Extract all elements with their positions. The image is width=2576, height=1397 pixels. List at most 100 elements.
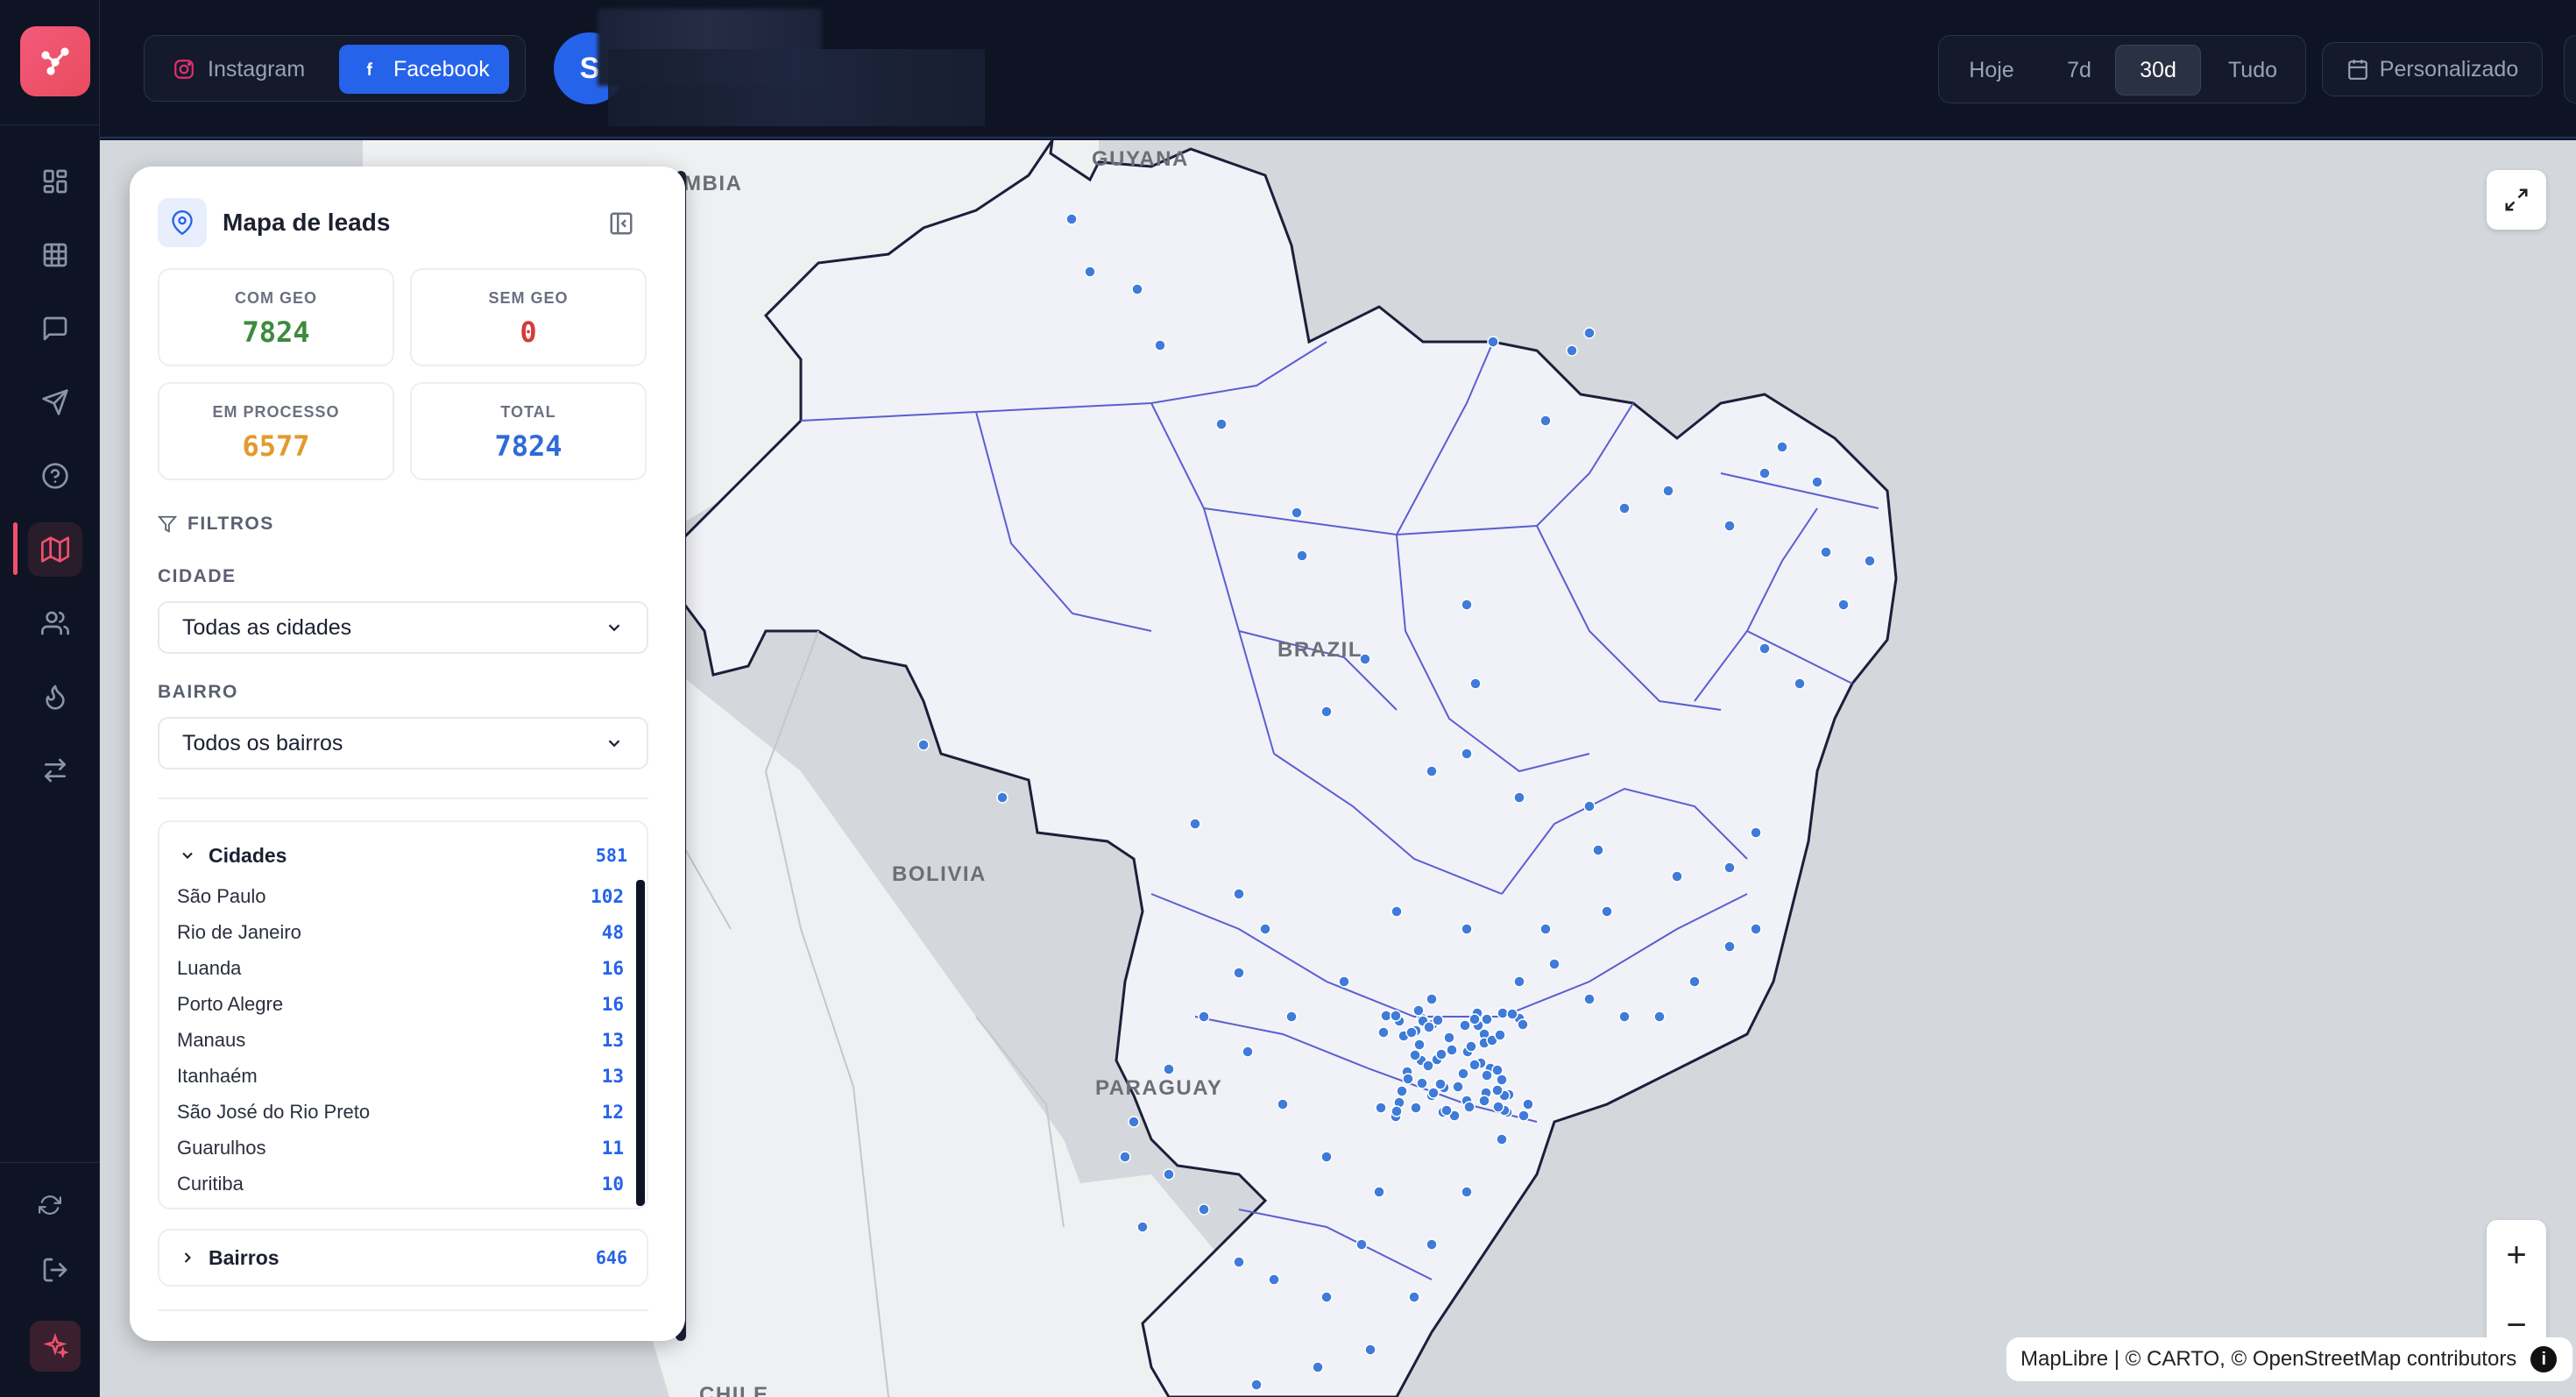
lead-marker[interactable] [1459, 1019, 1471, 1032]
nav-hot[interactable] [28, 670, 82, 724]
lead-marker[interactable] [1583, 327, 1596, 339]
attribution-osm[interactable]: OpenStreetMap [2253, 1347, 2401, 1372]
facebook-button[interactable]: Facebook [339, 45, 509, 94]
instagram-button[interactable]: Instagram [153, 45, 324, 94]
lead-marker[interactable] [1653, 1011, 1666, 1023]
lead-marker[interactable] [1163, 1063, 1175, 1075]
lead-marker[interactable] [1506, 1008, 1518, 1020]
lead-marker[interactable] [1446, 1044, 1458, 1056]
city-select[interactable]: Todas as cidades [158, 601, 648, 654]
lead-marker[interactable] [1198, 1203, 1210, 1216]
fullscreen-button[interactable] [2487, 170, 2546, 230]
lead-marker[interactable] [1296, 550, 1308, 562]
lead-marker[interactable] [917, 739, 930, 751]
city-row[interactable]: Porto Alegre 16 [177, 986, 624, 1022]
custom-period-button[interactable]: Personalizado [2322, 42, 2543, 96]
lead-marker[interactable] [1189, 818, 1201, 830]
lead-marker[interactable] [1396, 1085, 1408, 1097]
lead-marker[interactable] [1496, 1074, 1508, 1086]
lead-marker[interactable] [1422, 1060, 1434, 1072]
lead-marker[interactable] [1443, 1032, 1455, 1044]
lead-marker[interactable] [1723, 520, 1736, 532]
nav-help[interactable] [28, 449, 82, 503]
lead-marker[interactable] [1291, 507, 1303, 519]
period-30d[interactable]: 30d [2115, 45, 2201, 96]
nav-map[interactable] [28, 522, 82, 577]
lead-marker[interactable] [1864, 555, 1876, 567]
lead-marker[interactable] [1427, 1087, 1440, 1099]
lead-marker[interactable] [1492, 1101, 1504, 1113]
nav-send[interactable] [28, 375, 82, 429]
lead-marker[interactable] [1416, 1077, 1428, 1089]
lead-marker[interactable] [1391, 905, 1403, 918]
lead-marker[interactable] [1391, 1105, 1403, 1117]
lead-marker[interactable] [1434, 1078, 1447, 1090]
city-row[interactable]: São Paulo 102 [177, 878, 624, 914]
lead-marker[interactable] [1259, 923, 1271, 935]
lead-marker[interactable] [1491, 1064, 1504, 1076]
lead-marker[interactable] [1426, 765, 1438, 777]
lead-marker[interactable] [1820, 546, 1832, 558]
lead-marker[interactable] [1136, 1221, 1149, 1233]
lead-marker[interactable] [1364, 1344, 1376, 1356]
lead-marker[interactable] [1233, 888, 1245, 900]
lead-marker[interactable] [1440, 1104, 1453, 1117]
lead-marker[interactable] [1723, 940, 1736, 953]
lead-marker[interactable] [1461, 599, 1473, 611]
lead-marker[interactable] [1131, 283, 1143, 295]
lead-marker[interactable] [1496, 1133, 1508, 1145]
lead-marker[interactable] [1163, 1168, 1175, 1181]
city-row[interactable]: Rio de Janeiro 48 [177, 914, 624, 950]
lead-marker[interactable] [1618, 1011, 1631, 1023]
app-logo[interactable] [20, 26, 90, 96]
lead-marker[interactable] [1478, 1095, 1490, 1107]
attribution-maplibre[interactable]: MapLibre [2020, 1347, 2108, 1372]
lead-marker[interactable] [1583, 800, 1596, 812]
lead-marker[interactable] [1268, 1273, 1280, 1286]
lead-marker[interactable] [1759, 642, 1771, 655]
lead-marker[interactable] [1539, 415, 1552, 427]
lead-marker[interactable] [1320, 1151, 1333, 1163]
lead-marker[interactable] [1723, 862, 1736, 874]
lead-marker[interactable] [1375, 1102, 1387, 1114]
lead-marker[interactable] [1402, 1073, 1414, 1085]
lead-marker[interactable] [1759, 467, 1771, 479]
nav-sync[interactable] [23, 1178, 77, 1232]
period-7d[interactable]: 7d [2042, 45, 2116, 96]
lead-marker[interactable] [1601, 905, 1613, 918]
lead-marker[interactable] [1518, 1110, 1530, 1122]
lead-marker[interactable] [1461, 923, 1473, 935]
attribution-info-icon[interactable]: i [2530, 1346, 2558, 1372]
lead-marker[interactable] [1457, 1067, 1469, 1080]
neighborhood-select[interactable]: Todos os bairros [158, 717, 648, 769]
lead-marker[interactable] [1461, 748, 1473, 760]
lead-marker[interactable] [1487, 336, 1499, 348]
city-list-scrollbar[interactable] [636, 880, 645, 1206]
nav-messages[interactable] [28, 301, 82, 356]
city-row[interactable]: Curitiba 10 [177, 1166, 624, 1202]
lead-marker[interactable] [1671, 870, 1683, 883]
bairros-section[interactable]: Bairros 646 [158, 1229, 648, 1287]
lead-marker[interactable] [1435, 1048, 1447, 1060]
city-row[interactable]: Itanhaém 13 [177, 1058, 624, 1094]
lead-marker[interactable] [1461, 1186, 1473, 1198]
period-today[interactable]: Hoje [1948, 45, 2035, 96]
lead-marker[interactable] [1750, 826, 1762, 839]
lead-marker[interactable] [1233, 967, 1245, 979]
lead-marker[interactable] [1776, 441, 1788, 453]
lead-marker[interactable] [1837, 599, 1850, 611]
lead-marker[interactable] [1215, 418, 1228, 430]
city-row[interactable]: Luanda 16 [177, 950, 624, 986]
lead-marker[interactable] [1481, 1069, 1493, 1081]
lead-marker[interactable] [1412, 1004, 1425, 1017]
lead-marker[interactable] [1119, 1151, 1131, 1163]
lead-marker[interactable] [1410, 1102, 1422, 1114]
lead-marker[interactable] [1662, 485, 1674, 497]
lead-marker[interactable] [1084, 266, 1096, 278]
lead-marker[interactable] [1566, 344, 1578, 357]
lead-marker[interactable] [1380, 1010, 1392, 1022]
lead-marker[interactable] [1233, 1256, 1245, 1268]
lead-marker[interactable] [1065, 213, 1078, 225]
lead-marker[interactable] [1811, 476, 1823, 488]
lead-marker[interactable] [1583, 993, 1596, 1005]
